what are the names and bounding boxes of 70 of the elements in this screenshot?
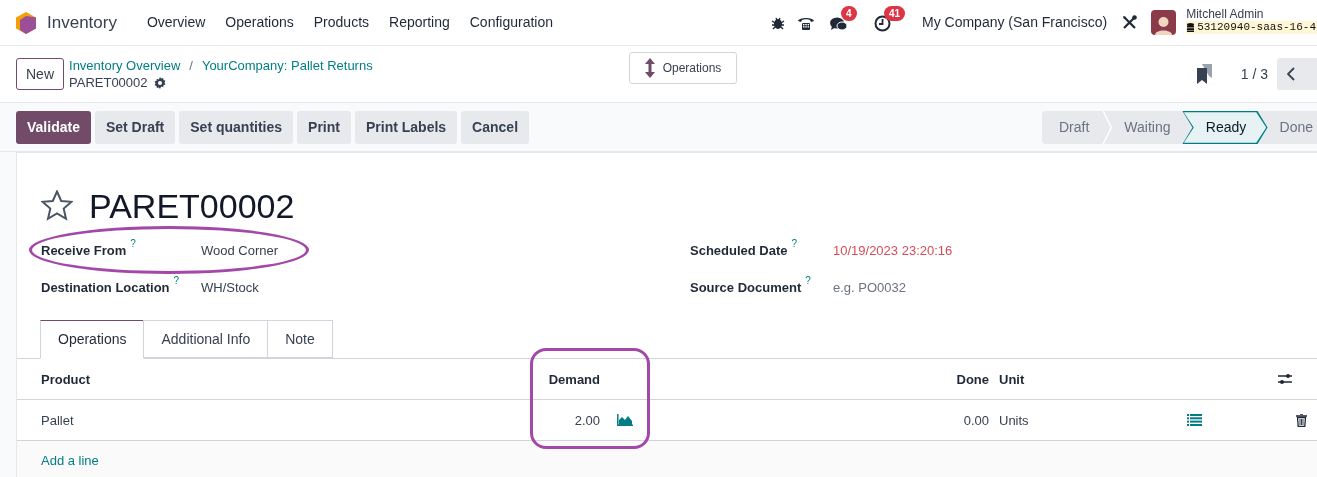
chevron-left-icon <box>1287 67 1295 81</box>
chat-icon[interactable] <box>830 15 848 32</box>
status-step[interactable]: Waiting <box>1112 111 1183 144</box>
column-header: Done <box>956 371 989 387</box>
user-avatar[interactable] <box>1151 10 1177 35</box>
counter-badge: 4 <box>841 5 857 21</box>
company-switcher[interactable]: My Company (San Francisco) <box>922 12 1108 33</box>
help-tooltip[interactable]: ? <box>130 238 136 249</box>
database-icon <box>1187 23 1195 32</box>
table-cell: Units <box>999 412 1029 428</box>
operations-button[interactable]: Operations <box>629 52 737 84</box>
field-value[interactable]: Wood Corner <box>201 240 279 261</box>
bug-icon[interactable] <box>771 15 785 30</box>
menu-item[interactable]: Overview <box>136 12 216 33</box>
clock-icon[interactable] <box>874 14 891 32</box>
user-name[interactable]: Mitchell Admin <box>1186 8 1317 21</box>
area-chart-icon[interactable] <box>617 414 633 426</box>
table-cell: 2.00 <box>574 412 600 428</box>
new-button[interactable]: New <box>16 58 64 90</box>
status-step[interactable]: Ready <box>1182 111 1268 144</box>
database-name: 53120940-saas-16-4 <box>1197 21 1316 34</box>
action-button[interactable]: Cancel <box>461 110 530 144</box>
help-tooltip[interactable]: ? <box>173 275 180 286</box>
action-button[interactable]: Set Draft <box>94 110 176 144</box>
help-tooltip[interactable]: ? <box>805 275 811 286</box>
action-button[interactable]: Print Labels <box>354 110 458 144</box>
column-header: Demand <box>548 371 600 387</box>
action-button[interactable]: Set quantities <box>179 110 294 144</box>
breadcrumb-link[interactable]: Inventory Overview <box>69 57 181 74</box>
input-field[interactable]: e.g. PO0032 <box>833 277 1033 298</box>
star-icon[interactable] <box>41 190 73 221</box>
breadcrumb-link[interactable]: YourCompany: Pallet Returns <box>201 57 373 74</box>
breadcrumb-separator: / <box>189 57 193 74</box>
field-value[interactable]: WH/Stock <box>201 277 259 298</box>
field-label: Source Document <box>690 278 802 297</box>
action-button[interactable]: Print <box>297 110 351 144</box>
settings-icon[interactable] <box>153 76 166 89</box>
up-down-arrow-icon <box>644 58 655 78</box>
list-icon[interactable] <box>1187 414 1202 426</box>
record-title: PARET00002 <box>89 188 295 223</box>
column-settings-icon[interactable] <box>1278 372 1292 386</box>
status-step[interactable]: Draft <box>1041 111 1103 144</box>
bookmark-icon[interactable] <box>1196 64 1212 84</box>
counter-badge: 41 <box>884 5 906 21</box>
table-cell: 0.00 <box>963 412 989 428</box>
tools-icon[interactable] <box>1122 15 1138 30</box>
field-label: Scheduled Date <box>690 241 788 260</box>
menu-item[interactable]: Reporting <box>379 12 460 33</box>
record-name: PARET00002 <box>69 74 148 91</box>
status-step[interactable]: Done <box>1267 111 1317 144</box>
field-value[interactable]: 10/19/2023 23:20:16 <box>833 240 953 261</box>
table-cell: Pallet <box>41 412 74 428</box>
action-button[interactable]: Validate <box>16 110 91 144</box>
pager-value[interactable]: 1 / 3 <box>1240 63 1268 85</box>
add-line-link[interactable]: Add a line <box>41 451 99 471</box>
column-header: Unit <box>999 371 1025 387</box>
menu-item[interactable]: Configuration <box>459 12 563 33</box>
app-name[interactable]: Inventory <box>47 9 117 36</box>
help-tooltip[interactable]: ? <box>791 238 798 249</box>
app-logo-icon[interactable] <box>16 11 36 34</box>
field-label: Receive From <box>41 241 127 260</box>
trash-icon[interactable] <box>1296 413 1307 427</box>
previous-button[interactable] <box>1277 58 1317 90</box>
column-header: Product <box>41 371 91 387</box>
tab[interactable]: Operations <box>40 320 145 359</box>
tab[interactable]: Note <box>267 320 333 358</box>
tab[interactable]: Additional Info <box>143 320 269 358</box>
field-label: Destination Location <box>41 278 170 297</box>
menu-item[interactable]: Products <box>303 12 380 33</box>
menu-item[interactable]: Operations <box>215 12 304 33</box>
